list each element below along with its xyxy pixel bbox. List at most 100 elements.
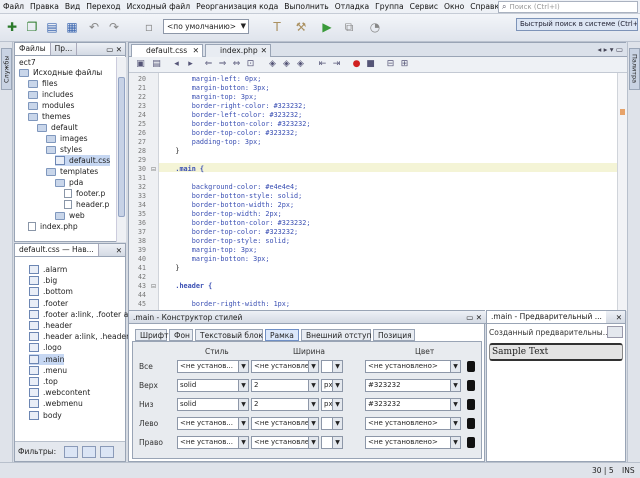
style-tab[interactable]: Шрифт	[135, 329, 168, 341]
toolbar-blank-icon[interactable]: ▫	[140, 18, 158, 36]
navigator-item[interactable]: .menu	[29, 365, 67, 376]
style-tab[interactable]: Рамка	[265, 329, 299, 341]
toggle-highlight-icon[interactable]: ⊡	[245, 59, 256, 70]
close-icon[interactable]: ✕	[193, 45, 199, 57]
style-combo[interactable]: <не установ... ▼	[177, 360, 249, 373]
undo-icon[interactable]: ↶	[85, 18, 103, 36]
close-icon[interactable]: ✕	[261, 45, 267, 57]
color-picker-button[interactable]	[467, 418, 475, 429]
prev-bookmark-icon[interactable]: ◈	[267, 59, 278, 70]
menu-item[interactable]: Вид	[62, 2, 83, 11]
quick-search-field[interactable]: Быстрый поиск в системе (Ctrl+I)	[516, 18, 638, 31]
color-combo[interactable]: <не установлено> ▼	[365, 417, 461, 430]
tree-item[interactable]: templates	[46, 166, 98, 177]
navigator-item[interactable]: .main	[29, 353, 65, 365]
color-picker-button[interactable]	[467, 399, 475, 410]
navigator-item[interactable]: .header a:link, .header	[29, 331, 129, 342]
color-picker-button[interactable]	[467, 361, 475, 372]
navigator-item[interactable]: .alarm	[29, 264, 67, 275]
navigator-item[interactable]: .header	[29, 320, 72, 331]
panel-minimize-icon[interactable]: ▭ ✕	[106, 45, 125, 54]
color-picker-button[interactable]	[467, 380, 475, 391]
unit-combo[interactable]: px ▼	[321, 379, 343, 392]
tab-navigator[interactable]: default.css — Нав...	[15, 244, 99, 256]
save-all-icon[interactable]: ▦	[63, 18, 81, 36]
find-sel-icon[interactable]: ⇔	[231, 59, 242, 70]
tree-item[interactable]: themes	[28, 111, 71, 122]
stop-macro-icon[interactable]: ■	[365, 59, 376, 70]
tree-item[interactable]: images	[46, 133, 88, 144]
filter-icon[interactable]	[64, 445, 79, 458]
menu-item[interactable]: Переход	[83, 2, 123, 11]
navigator-item[interactable]: .top	[29, 376, 58, 387]
editor-tab-index-php[interactable]: index.php ✕	[205, 44, 271, 57]
unit-combo[interactable]: ▼	[321, 417, 343, 430]
style-tab[interactable]: Позиция	[373, 329, 415, 341]
menu-item[interactable]: Файл	[0, 2, 27, 11]
redo-icon[interactable]: ↷	[105, 18, 123, 36]
menu-item[interactable]: Отладка	[332, 2, 372, 11]
new-file-icon[interactable]: ✚	[3, 18, 21, 36]
color-combo[interactable]: <не установлено> ▼	[365, 436, 461, 449]
debug-icon[interactable]: ⧉	[340, 18, 358, 36]
style-tab[interactable]: Внешний отступ	[301, 329, 371, 341]
menu-item[interactable]: Реорганизация кода	[193, 2, 281, 11]
width-combo[interactable]: 2 ▼	[251, 379, 319, 392]
menu-item[interactable]: Окно	[441, 2, 467, 11]
tree-item[interactable]: styles	[46, 144, 82, 155]
navigator-item[interactable]: .bottom	[29, 286, 73, 297]
navigator-item[interactable]: .footer a:link, .footer a	[29, 309, 128, 320]
panel-close-icon[interactable]: ✕	[116, 246, 125, 255]
forward-icon[interactable]: ▸	[185, 59, 196, 70]
config-select[interactable]: <по умолчанию> ▼	[163, 19, 249, 34]
tree-item[interactable]: default	[37, 122, 78, 133]
navigator-item[interactable]: .footer	[29, 298, 68, 309]
fold-icon[interactable]: ⊟	[151, 283, 156, 290]
profile-icon[interactable]: ◔	[366, 18, 384, 36]
menu-item[interactable]: Группа	[372, 2, 407, 11]
find-next-icon[interactable]: ⇒	[217, 59, 228, 70]
color-combo[interactable]: #323232 ▼	[365, 398, 461, 411]
search-box[interactable]: ⌕ Поиск (Ctrl+I)	[498, 1, 638, 13]
back-icon[interactable]: ◂	[171, 59, 182, 70]
shift-left-icon[interactable]: ⇤	[317, 59, 328, 70]
menu-item[interactable]: Исходный файл	[124, 2, 194, 11]
tree-item[interactable]: modules	[28, 100, 74, 111]
editor-nav-icons[interactable]: ◂ ▸ ▾ ▭	[597, 45, 623, 54]
tree-item[interactable]: pda	[55, 177, 83, 188]
new-project-icon[interactable]: ❐	[23, 18, 41, 36]
editor-tab-default-css[interactable]: default.css ✕	[131, 44, 203, 57]
services-side-tab[interactable]: Службы	[1, 48, 12, 90]
open-project-icon[interactable]: ▤	[43, 18, 61, 36]
width-combo[interactable]: <не установлено> ▼	[251, 436, 319, 449]
comment-icon[interactable]: ⊟	[385, 59, 396, 70]
history-icon[interactable]: ▤	[151, 59, 162, 70]
uncomment-icon[interactable]: ⊞	[399, 59, 410, 70]
tree-item[interactable]: default.css	[55, 155, 111, 166]
navigator-item[interactable]: .webmenu	[29, 398, 83, 409]
record-macro-icon[interactable]: ●	[351, 59, 362, 70]
close-icon[interactable]: ✕	[616, 313, 625, 322]
navigator-item[interactable]: .logo	[29, 342, 62, 353]
navigator-item[interactable]: .big	[29, 275, 57, 286]
style-combo[interactable]: solid ▼	[177, 379, 249, 392]
find-prev-icon[interactable]: ⇐	[203, 59, 214, 70]
filter-sort-icon[interactable]	[82, 445, 97, 458]
code-area[interactable]: margin-left: 0px; margin-botton: 3px; ma…	[159, 73, 617, 311]
run-icon[interactable]: ▶	[318, 18, 336, 36]
tree-item[interactable]: index.php	[28, 221, 78, 232]
color-picker-button[interactable]	[467, 437, 475, 448]
navigator-item[interactable]: .webcontent	[29, 387, 90, 398]
style-tab[interactable]: Текстовый блок	[195, 329, 263, 341]
unit-combo[interactable]: ▼	[321, 436, 343, 449]
tree-item[interactable]: files	[28, 78, 58, 89]
menu-item[interactable]: Сервис	[407, 2, 441, 11]
navigator-item[interactable]: body	[29, 410, 62, 421]
next-bookmark-icon[interactable]: ◈	[281, 59, 292, 70]
width-combo[interactable]: <не установлено> ▼	[251, 360, 319, 373]
fold-icon[interactable]: ⊟	[151, 166, 156, 173]
tree-item[interactable]: Исходные файлы	[19, 67, 102, 78]
tab-projects[interactable]: Пр...	[51, 43, 78, 55]
width-combo[interactable]: 2 ▼	[251, 398, 319, 411]
unit-combo[interactable]: ▼	[321, 360, 343, 373]
